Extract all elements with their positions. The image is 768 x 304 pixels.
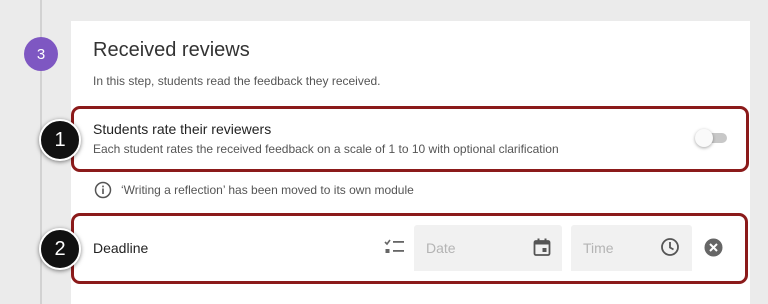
highlight-box-rate-reviewers <box>71 106 749 172</box>
callout-marker: 2 <box>39 228 81 270</box>
callout-marker: 1 <box>39 119 81 161</box>
info-icon <box>94 181 112 199</box>
info-message: ‘Writing a reflection’ has been moved to… <box>121 183 414 197</box>
step-number-badge: 3 <box>24 37 58 71</box>
step-description: In this step, students read the feedback… <box>93 74 381 88</box>
step-title: Received reviews <box>93 39 250 61</box>
highlight-box-deadline <box>71 213 748 284</box>
